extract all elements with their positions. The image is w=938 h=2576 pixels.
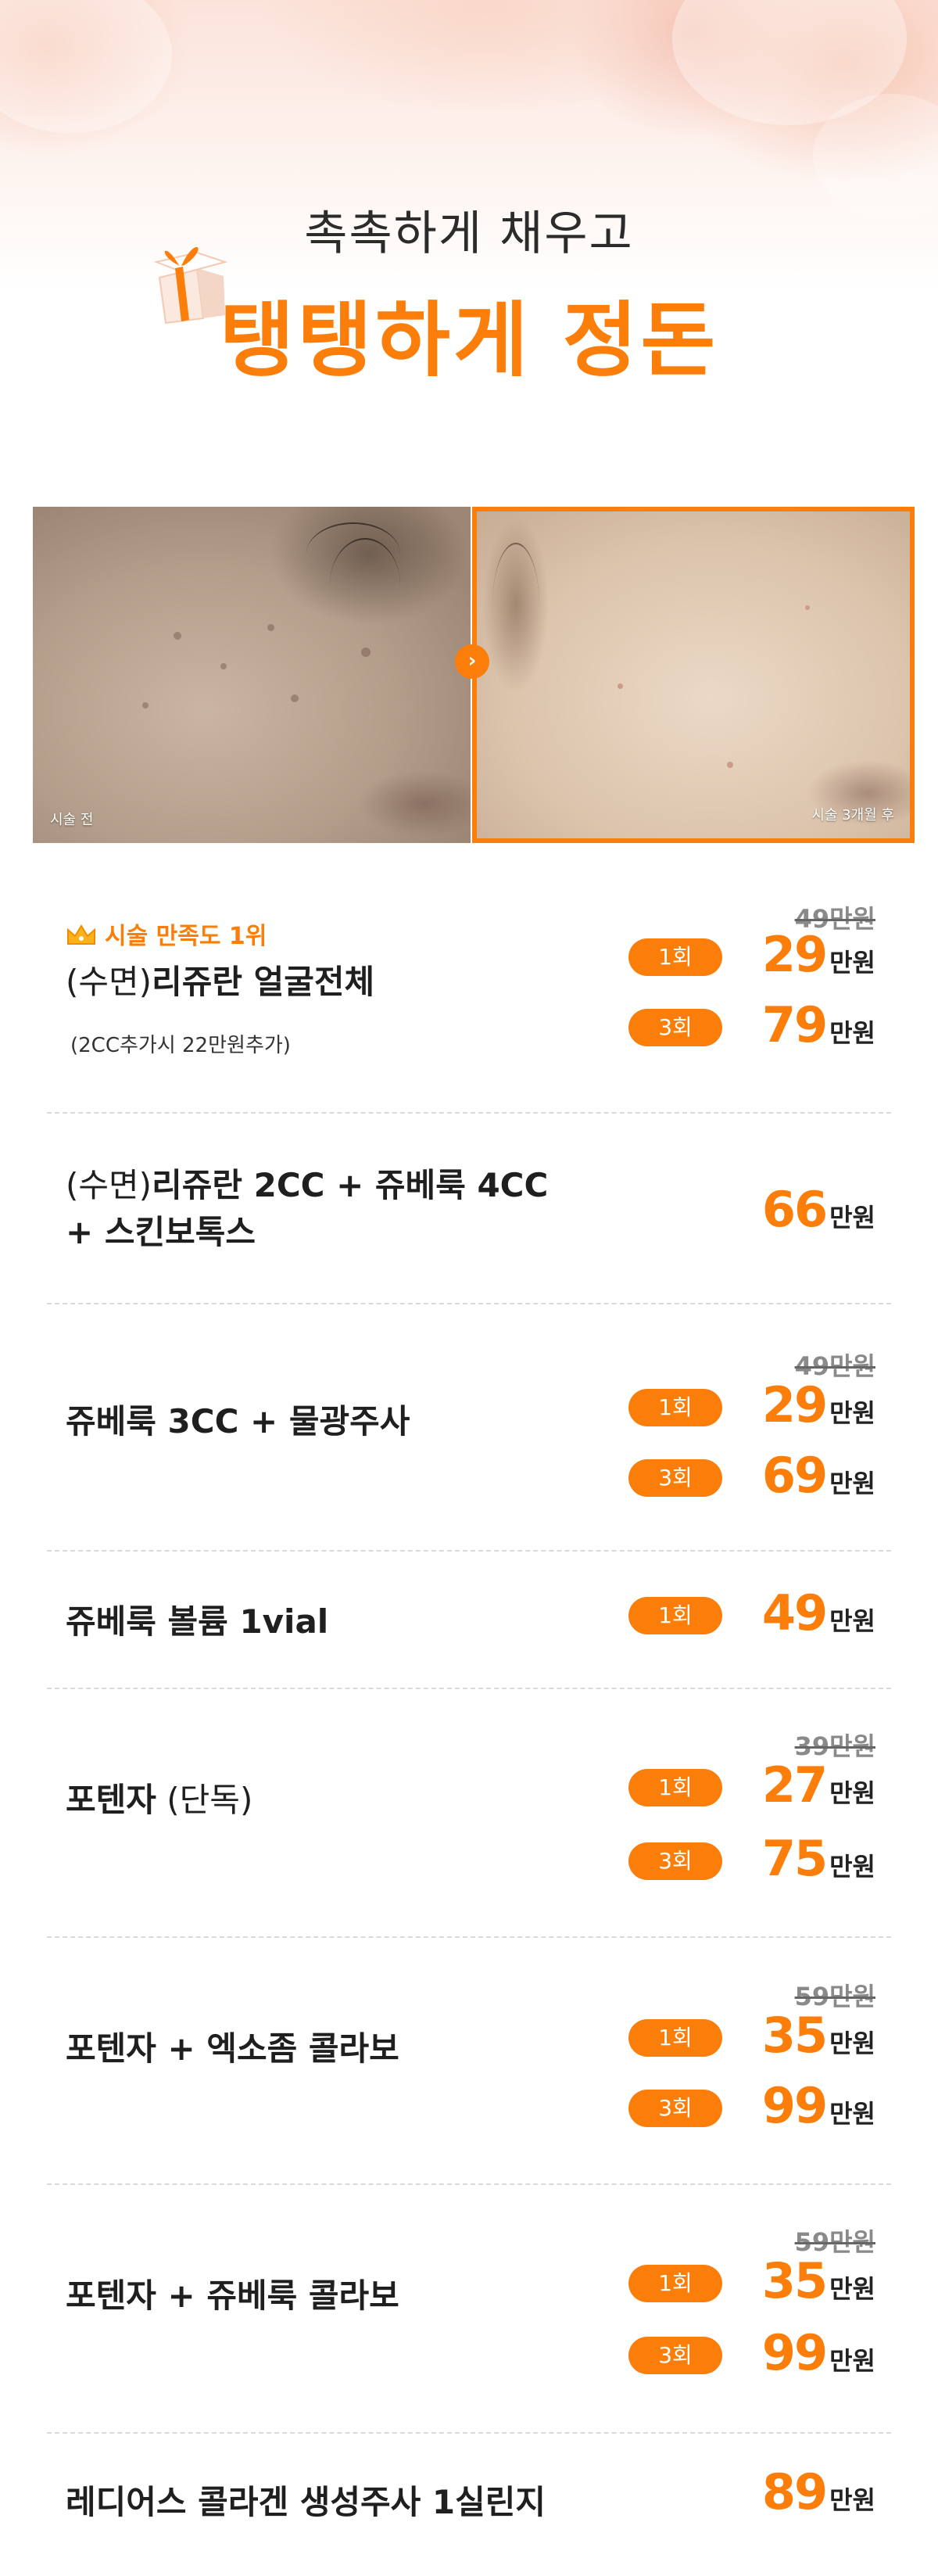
price-unit: 만원 bbox=[829, 1606, 875, 1636]
price-value: 35 만원 bbox=[762, 2252, 875, 2309]
price-value: 29 만원 bbox=[762, 926, 875, 983]
skin-pore bbox=[142, 702, 149, 709]
count-pill: 1회 bbox=[628, 1389, 722, 1426]
price-unit: 만원 bbox=[829, 1852, 875, 1882]
item-title-line2: + 스킨보톡스 bbox=[66, 1213, 256, 1251]
best-badge-text: 시술 만족도 1위 bbox=[105, 923, 267, 950]
count-pill: 1회 bbox=[628, 2019, 722, 2057]
count-pill: 3회 bbox=[628, 1459, 722, 1497]
count-pill: 3회 bbox=[628, 1842, 722, 1880]
item-title: 쥬베룩 3CC + 물광주사 bbox=[66, 1402, 410, 1440]
before-photo: 시술 전 bbox=[33, 507, 471, 843]
price-number: 35 bbox=[761, 2007, 828, 2064]
price-number: 79 bbox=[761, 996, 828, 1053]
count-pill: 3회 bbox=[628, 2337, 722, 2374]
row-divider bbox=[47, 1112, 891, 1114]
item-title: 레디어스 콜라겐 생성주사 1실린지 bbox=[66, 2483, 546, 2521]
item-title: 쥬베룩 볼륨 1vial bbox=[66, 1602, 329, 1641]
price-number: 49 bbox=[761, 1584, 828, 1641]
price-unit: 만원 bbox=[829, 1203, 875, 1232]
price-number: 29 bbox=[761, 926, 828, 983]
item-title: (수면)리쥬란 2CC + 쥬베룩 4CC bbox=[66, 1159, 548, 1207]
chevron-right-icon: › bbox=[455, 644, 489, 679]
skin-pore bbox=[805, 605, 810, 610]
item-title: (수면)리쥬란 얼굴전체 bbox=[66, 956, 374, 1003]
row-divider bbox=[47, 1303, 891, 1304]
skin-pore bbox=[618, 683, 623, 689]
after-photo: 시술 3개월 후 bbox=[472, 507, 915, 843]
count-pill: 3회 bbox=[628, 2090, 722, 2127]
price-number: 75 bbox=[761, 1830, 828, 1887]
price-value: 79 만원 bbox=[762, 996, 875, 1053]
promo-page: 촉촉하게 채우고 탱탱하게 정돈 시술 전 › 시술 3개월 후 시술 만족도 … bbox=[0, 0, 938, 2576]
row-divider bbox=[47, 1936, 891, 1938]
count-pill: 1회 bbox=[628, 1769, 722, 1806]
row-divider bbox=[47, 2432, 891, 2434]
item-title-text: 리쥬란 2CC + 쥬베룩 4CC bbox=[152, 1166, 549, 1204]
item-title-text: 리쥬란 얼굴전체 bbox=[152, 963, 375, 1001]
row-divider bbox=[47, 1550, 891, 1552]
price-unit: 만원 bbox=[829, 1398, 875, 1428]
row-divider bbox=[47, 2183, 891, 2185]
price-value: 99 만원 bbox=[762, 2077, 875, 2134]
price-unit: 만원 bbox=[829, 948, 875, 978]
price-number: 99 bbox=[761, 2077, 828, 2134]
item-title-paren: (수면) bbox=[66, 1166, 152, 1204]
before-label: 시술 전 bbox=[50, 812, 94, 828]
price-value: 69 만원 bbox=[762, 1447, 875, 1504]
item-title-paren: (수면) bbox=[66, 963, 152, 1001]
price-unit: 만원 bbox=[829, 2346, 875, 2376]
price-number: 69 bbox=[761, 1447, 828, 1504]
item-note: (2CC추가시 22만원추가) bbox=[70, 1034, 291, 1057]
price-value: 35 만원 bbox=[762, 2007, 875, 2064]
count-pill: 3회 bbox=[628, 1009, 722, 1046]
skin-pore bbox=[291, 694, 299, 702]
item-title: 포텐자 + 쥬베룩 콜라보 bbox=[66, 2276, 399, 2315]
count-pill: 1회 bbox=[628, 1597, 722, 1634]
count-pill: 1회 bbox=[628, 938, 722, 976]
crown-icon bbox=[67, 924, 95, 945]
price-value: 29 만원 bbox=[762, 1376, 875, 1433]
price-number: 89 bbox=[761, 2463, 828, 2520]
before-after-compare: 시술 전 › 시술 3개월 후 bbox=[33, 507, 915, 843]
skin-pore bbox=[220, 663, 227, 669]
price-unit: 만원 bbox=[829, 1469, 875, 1498]
hair-detail bbox=[492, 543, 539, 668]
price-number: 66 bbox=[761, 1181, 828, 1238]
price-unit: 만원 bbox=[829, 2274, 875, 2304]
price-unit: 만원 bbox=[829, 2099, 875, 2129]
after-label: 시술 3개월 후 bbox=[811, 807, 894, 823]
price-value: 27 만원 bbox=[762, 1756, 875, 1814]
row-divider bbox=[47, 1688, 891, 1689]
count-pill: 1회 bbox=[628, 2265, 722, 2302]
price-number: 29 bbox=[761, 1376, 828, 1433]
price-number: 27 bbox=[761, 1756, 828, 1814]
price-value: 89 만원 bbox=[762, 2463, 875, 2520]
hero-subtitle: 촉촉하게 채우고 bbox=[304, 206, 634, 261]
skin-pore bbox=[174, 632, 181, 640]
item-title: 포텐자 + 엑소좀 콜라보 bbox=[66, 2029, 399, 2068]
skin-pore bbox=[727, 762, 733, 768]
price-number: 99 bbox=[761, 2324, 828, 2381]
price-value: 49 만원 bbox=[762, 1584, 875, 1641]
hero-banner: 촉촉하게 채우고 탱탱하게 정돈 bbox=[0, 0, 938, 469]
price-value: 75 만원 bbox=[762, 1830, 875, 1887]
best-badge: 시술 만족도 1위 bbox=[66, 917, 267, 951]
price-value: 99 만원 bbox=[762, 2324, 875, 2381]
item-title-suffix: (단독) bbox=[156, 1781, 253, 1819]
price-unit: 만원 bbox=[829, 1778, 875, 1808]
price-number: 35 bbox=[761, 2252, 828, 2309]
price-unit: 만원 bbox=[829, 2485, 875, 2515]
price-unit: 만원 bbox=[829, 2029, 875, 2058]
price-value: 66 만원 bbox=[762, 1181, 875, 1238]
price-unit: 만원 bbox=[829, 1018, 875, 1048]
item-title-text: 포텐자 bbox=[66, 1781, 156, 1819]
skin-pore bbox=[267, 624, 274, 631]
petal-decoration bbox=[0, 0, 172, 133]
hair-detail bbox=[330, 538, 400, 632]
hero-title: 탱탱하게 정돈 bbox=[219, 292, 719, 388]
item-title: 포텐자 (단독) bbox=[66, 1774, 252, 1821]
skin-pore bbox=[361, 648, 371, 657]
